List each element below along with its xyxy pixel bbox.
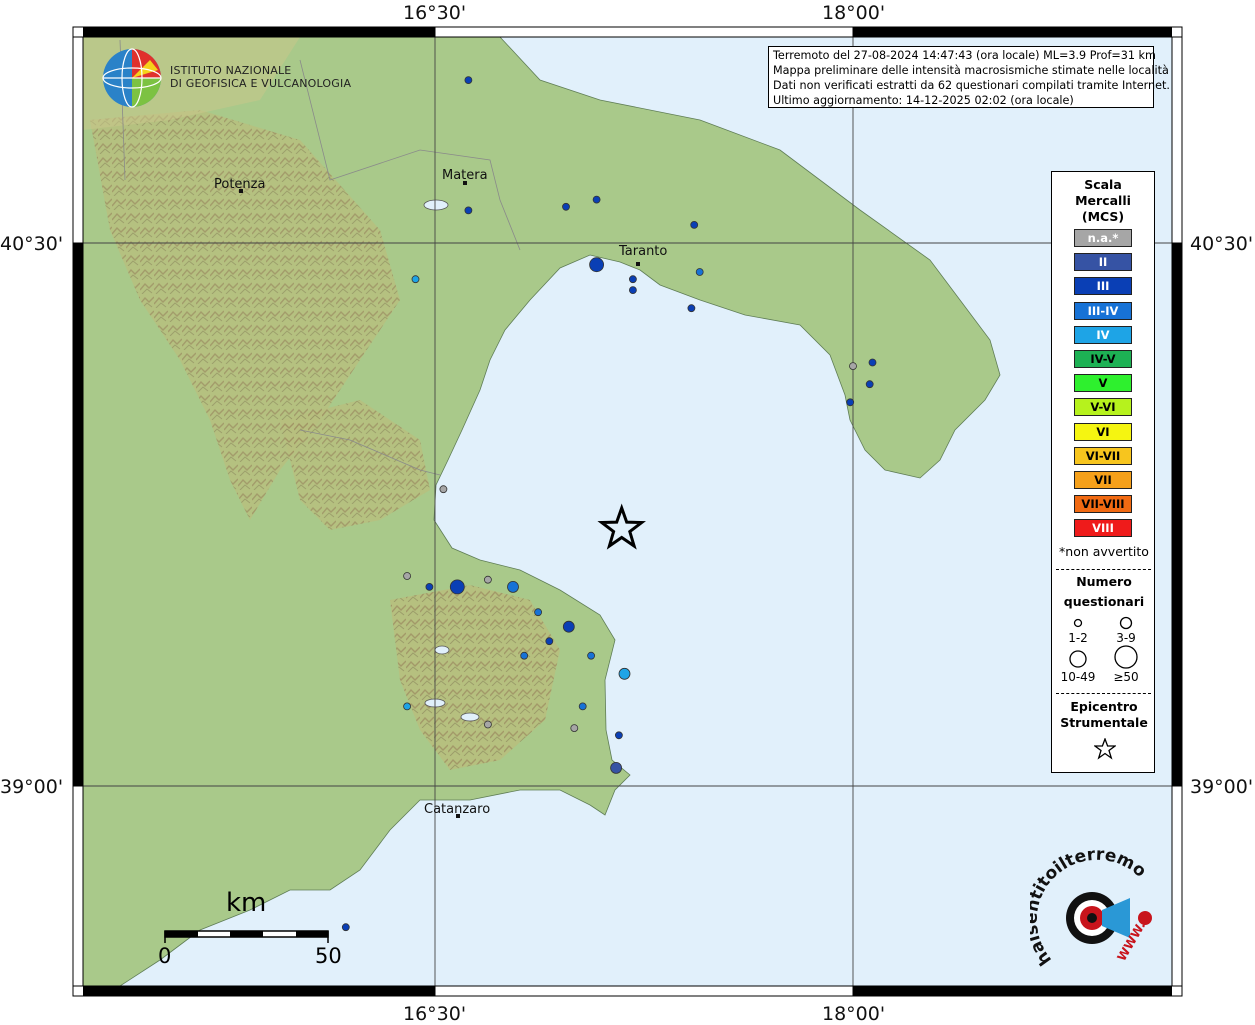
observation-point bbox=[341, 923, 350, 932]
size-symbol-1-2 bbox=[1073, 618, 1083, 628]
observation-point bbox=[690, 220, 699, 229]
observation-point bbox=[403, 702, 412, 711]
observation-point bbox=[592, 195, 601, 204]
lon-label-bottom-left: 16°30' bbox=[403, 1003, 467, 1025]
observation-point bbox=[629, 286, 637, 295]
observation-point bbox=[570, 724, 579, 732]
observation-point bbox=[439, 485, 448, 494]
legend-swatch-ivv: IV-V bbox=[1074, 350, 1132, 368]
size-label-3-9: 3-9 bbox=[1116, 631, 1136, 645]
city-label-matera: Matera bbox=[442, 168, 488, 183]
lake-cecita bbox=[434, 645, 450, 655]
legend-epicenter-title-2: Strumentale bbox=[1060, 715, 1148, 730]
lake-san-giuliano bbox=[423, 199, 449, 211]
observation-point bbox=[534, 608, 542, 617]
city-marker-taranto bbox=[636, 262, 640, 266]
event-info-line-3: Dati non verificati estratti da 62 quest… bbox=[773, 79, 1170, 92]
event-info-box: Terremoto del 27-08-2024 14:47:43 (ora l… bbox=[768, 46, 1170, 108]
scale-bar-min: 0 bbox=[158, 944, 172, 968]
event-info-line-4: Ultimo aggiornamento: 14-12-2025 02:02 (… bbox=[773, 94, 1074, 107]
ingv-logo-icon bbox=[102, 48, 162, 108]
observation-point bbox=[464, 76, 473, 84]
size-symbol-3-9 bbox=[1119, 616, 1133, 630]
legend-swatch-vi: VI bbox=[1074, 422, 1132, 441]
event-info-line-2: Mappa preliminare delle intensità macros… bbox=[773, 64, 1169, 77]
legend-swatch-iv: IV bbox=[1074, 325, 1132, 344]
size-symbol-10-49 bbox=[1069, 650, 1087, 668]
legend-swatch-vvi: V-VI bbox=[1074, 398, 1132, 417]
size-label-50: ≥50 bbox=[1113, 670, 1139, 684]
observation-point bbox=[562, 202, 570, 211]
city-label-potenza: Potenza bbox=[214, 177, 266, 192]
legend-epicenter-title-1: Epicentro bbox=[1070, 699, 1138, 714]
observation-point bbox=[846, 398, 855, 407]
size-label-10-49: 10-49 bbox=[1060, 670, 1096, 684]
observation-point bbox=[403, 572, 412, 580]
observation-point bbox=[868, 358, 877, 367]
institute-name: ISTITUTO NAZIONALE DI GEOFISICA E VULCAN… bbox=[170, 64, 351, 90]
legend-swatch-v: V bbox=[1074, 374, 1132, 393]
observation-point bbox=[687, 304, 696, 313]
observation-point bbox=[849, 362, 857, 371]
size-symbol-50 bbox=[1114, 645, 1138, 669]
lat-label-left-top: 40°30' bbox=[0, 233, 64, 255]
observation-point bbox=[618, 667, 631, 680]
legend-title: Scala Mercalli (MCS) bbox=[1052, 177, 1154, 225]
observation-point bbox=[464, 206, 473, 215]
lat-label-left-bottom: 39°00' bbox=[0, 776, 64, 798]
event-info-line-1: Terremoto del 27-08-2024 14:47:43 (ora l… bbox=[773, 49, 1156, 62]
observation-point bbox=[695, 268, 704, 276]
legend-separator-2 bbox=[1056, 693, 1151, 694]
legend-swatch-iiiiv: III-IV bbox=[1074, 301, 1132, 320]
size-label-1-2: 1-2 bbox=[1068, 631, 1088, 645]
observation-point bbox=[610, 762, 622, 774]
observation-point bbox=[507, 581, 519, 593]
lake-ampollino bbox=[460, 712, 480, 722]
institute-line-1: ISTITUTO NAZIONALE bbox=[170, 64, 292, 77]
observation-point bbox=[411, 275, 420, 284]
observation-point bbox=[587, 651, 595, 660]
lon-label-top-left: 16°30' bbox=[403, 2, 467, 24]
legend-title-line-2: Mercalli bbox=[1075, 193, 1131, 208]
lat-label-right-top: 40°30' bbox=[1190, 233, 1254, 255]
observation-point bbox=[520, 651, 529, 660]
legend-star-icon bbox=[1094, 738, 1116, 760]
scale-bar-max: 50 bbox=[315, 944, 342, 968]
haisentito-logo-icon: haisentitoilterremoto.it WWW. bbox=[1030, 850, 1152, 969]
legend-count-title-2: questionari bbox=[1063, 594, 1145, 609]
city-label-catanzaro: Catanzaro bbox=[424, 802, 491, 817]
legend-title-line-1: Scala bbox=[1084, 177, 1122, 192]
scale-bar-unit: km bbox=[226, 888, 267, 918]
lat-label-right-bottom: 39°00' bbox=[1190, 776, 1254, 798]
legend-swatch-vivii: VI-VII bbox=[1074, 446, 1132, 465]
legend-swatch-na: n.a.* bbox=[1074, 229, 1132, 247]
legend-swatch-ii: II bbox=[1074, 253, 1132, 272]
legend-title-line-3: (MCS) bbox=[1081, 209, 1125, 224]
observation-point bbox=[562, 620, 575, 633]
intensity-legend: Scala Mercalli (MCS) n.a.* II III III-IV IV I… bbox=[1051, 171, 1155, 773]
observation-point bbox=[425, 583, 434, 591]
lon-label-top-right: 18°00' bbox=[822, 2, 886, 24]
observation-point bbox=[865, 380, 874, 389]
observation-point bbox=[483, 720, 492, 729]
observation-point bbox=[545, 637, 554, 646]
observation-point bbox=[589, 257, 604, 273]
institute-line-2: DI GEOFISICA E VULCANOLOGIA bbox=[170, 77, 352, 90]
city-label-taranto: Taranto bbox=[619, 244, 668, 259]
legend-swatch-iii: III bbox=[1074, 277, 1132, 296]
observation-point bbox=[578, 702, 587, 711]
legend-count-title-1: Numero bbox=[1076, 574, 1132, 589]
legend-swatch-viii: VIII bbox=[1074, 519, 1132, 538]
observation-point bbox=[615, 731, 623, 740]
observation-point bbox=[483, 575, 492, 584]
observation-point bbox=[449, 579, 465, 595]
legend-swatch-viiviii: VII-VIII bbox=[1074, 495, 1132, 514]
legend-swatch-vii: VII bbox=[1074, 471, 1132, 489]
lon-label-bottom-right: 18°00' bbox=[822, 1003, 886, 1025]
observation-point bbox=[629, 275, 637, 284]
legend-note: *non avvertito bbox=[1059, 544, 1149, 559]
legend-separator bbox=[1056, 569, 1151, 570]
